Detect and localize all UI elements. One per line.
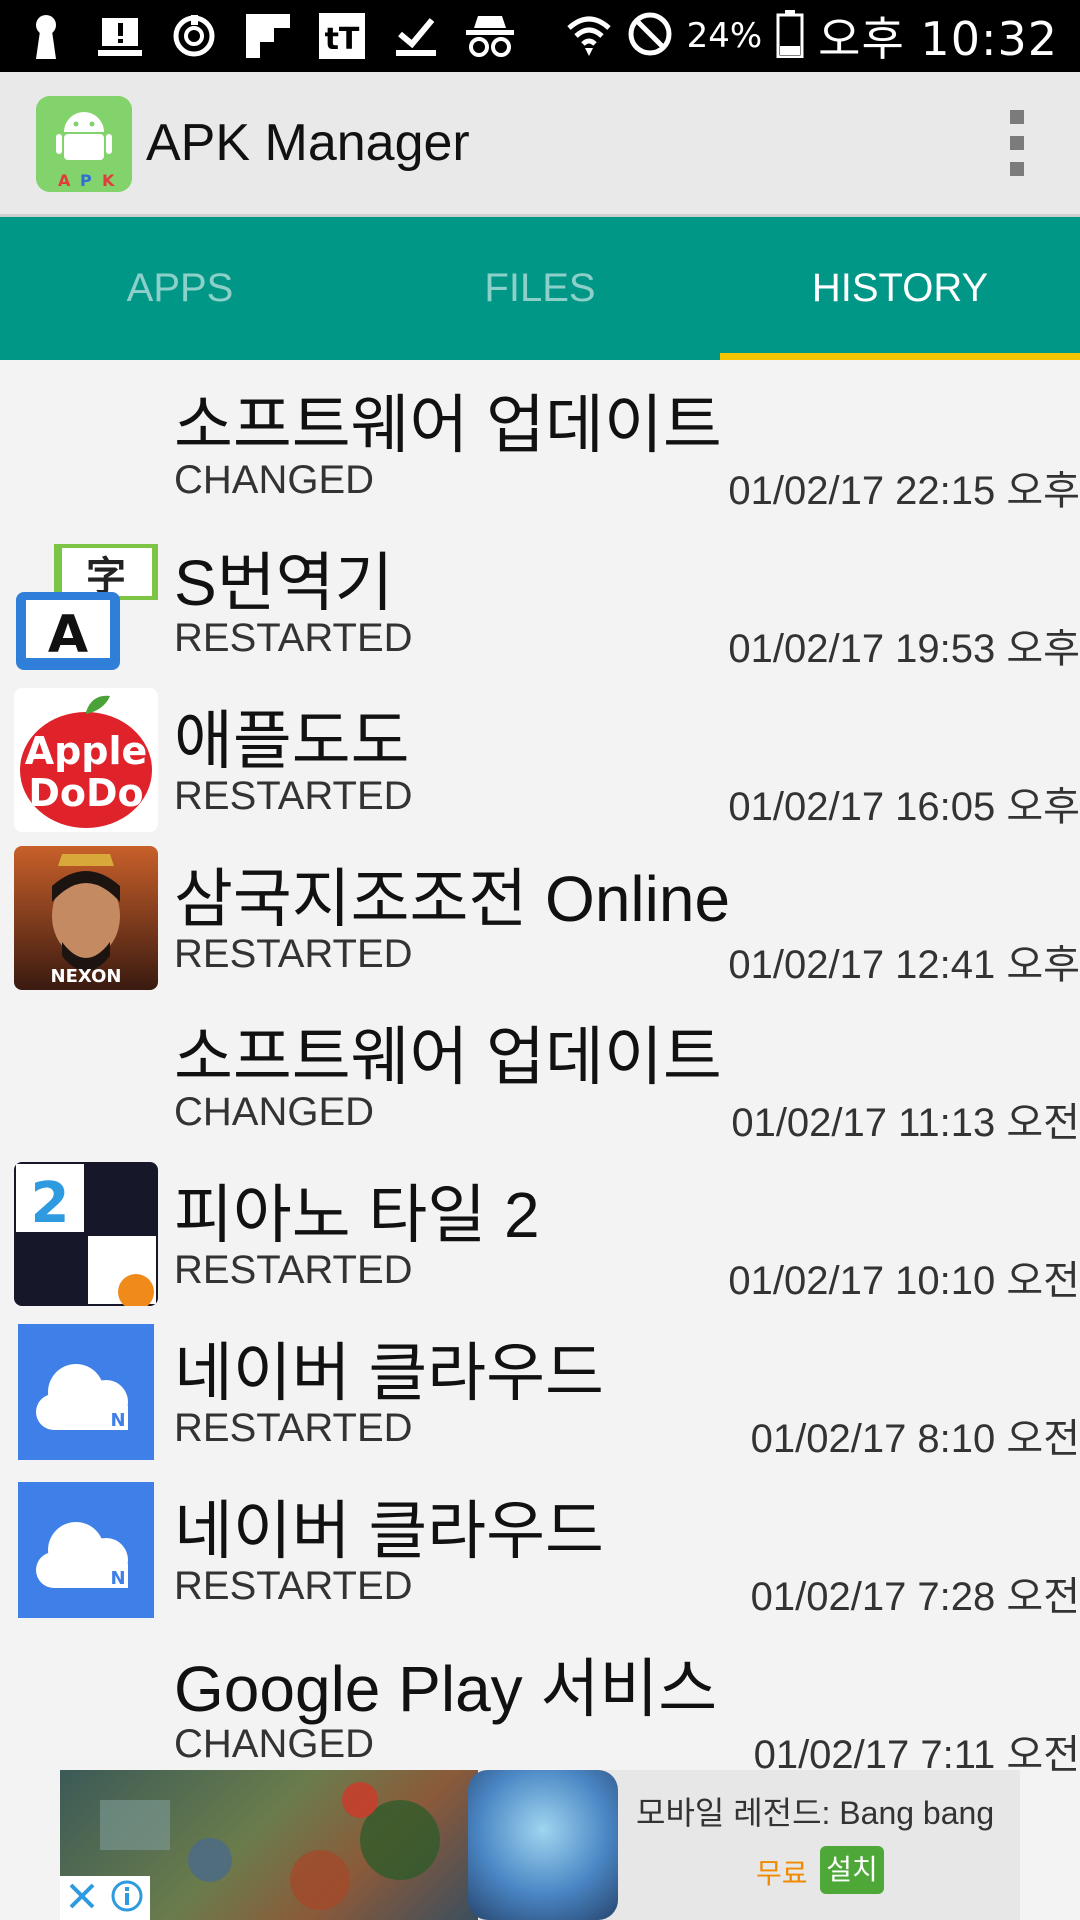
keyhole-icon (20, 10, 72, 62)
apk-manager-logo-icon: A P K (36, 96, 132, 192)
list-item[interactable]: N 네이버 클라우드 RESTARTED 01/02/17 8:10 오전 (0, 1308, 1080, 1466)
close-icon[interactable] (67, 1881, 97, 1916)
timestamp: 01/02/17 8:10 오전 (750, 1417, 1080, 1461)
svg-text:NEXON: NEXON (51, 966, 122, 987)
status-label: RESTARTED (174, 1564, 413, 1608)
app-name: 소프트웨어 업데이트 (174, 389, 722, 461)
svg-text:K: K (102, 171, 115, 190)
svg-text:DoDo: DoDo (28, 771, 143, 815)
translate-icon: 字 A (14, 530, 158, 674)
system-status: 24% 오후 10:32 (565, 0, 1058, 72)
app-name: 애플도도 (174, 705, 410, 777)
tab-apps[interactable]: APPS (0, 217, 360, 360)
app-name: Google Play 서비스 (174, 1653, 718, 1725)
timestamp: 01/02/17 11:13 오전 (731, 1101, 1080, 1145)
history-list: 소프트웨어 업데이트 CHANGED 01/02/17 22:15 오후 字 A… (0, 360, 1080, 1782)
app-name: 네이버 클라우드 (174, 1495, 604, 1567)
app-name: 소프트웨어 업데이트 (174, 1021, 722, 1093)
clock: 오후 10:32 (818, 12, 1058, 66)
app-name: 피아노 타일 2 (174, 1179, 540, 1251)
alert-icon (94, 10, 146, 62)
list-item[interactable]: 소프트웨어 업데이트 CHANGED 01/02/17 11:13 오전 (0, 992, 1080, 1150)
sync-icon (168, 10, 220, 62)
notification-icons: tT (20, 8, 516, 64)
app-name: S번역기 (174, 547, 394, 619)
app-name: 네이버 클라우드 (174, 1337, 604, 1409)
ad-price: 무료 (756, 1858, 808, 1889)
status-label: RESTARTED (174, 774, 413, 818)
timestamp: 01/02/17 10:10 오전 (728, 1259, 1080, 1303)
list-item[interactable]: NEXON 삼국지조조전 Online RESTARTED 01/02/17 1… (0, 834, 1080, 992)
status-label: RESTARTED (174, 1406, 413, 1450)
incognito-icon (464, 10, 516, 62)
apple-dodo-icon: Apple DoDo (14, 688, 158, 832)
flipboard-icon (242, 10, 294, 62)
list-item[interactable]: N 네이버 클라우드 RESTARTED 01/02/17 7:28 오전 (0, 1466, 1080, 1624)
status-label: RESTARTED (174, 932, 413, 976)
overflow-menu-icon[interactable] (1002, 110, 1032, 176)
battery-icon (776, 9, 804, 63)
tt-icon: tT (316, 10, 368, 62)
no-sign-icon (627, 11, 673, 62)
svg-text:2: 2 (31, 1171, 70, 1236)
tab-history[interactable]: HISTORY (720, 217, 1080, 360)
ad-hero-image (468, 1770, 618, 1920)
status-label: CHANGED (174, 1722, 375, 1766)
svg-text:A: A (48, 605, 88, 665)
svg-text:N: N (110, 1568, 125, 1589)
status-bar: tT 24% 오후 10:32 (0, 0, 1080, 72)
list-item[interactable]: 2 피아노 타일 2 RESTARTED 01/02/17 10:10 오전 (0, 1150, 1080, 1308)
timestamp: 01/02/17 12:41 오후 (728, 943, 1080, 987)
info-icon[interactable] (110, 1879, 144, 1918)
battery-percent: 24% (686, 16, 763, 56)
piano-tiles-icon: 2 (14, 1162, 158, 1306)
download-done-icon (390, 10, 442, 62)
tab-files[interactable]: FILES (360, 217, 720, 360)
naver-cloud-icon: N (14, 1478, 158, 1622)
ad-title: 모바일 레전드: Bang bang (636, 1795, 995, 1831)
svg-text:A: A (58, 171, 71, 190)
svg-text:P: P (80, 171, 92, 190)
page-title: APK Manager (146, 114, 470, 172)
app-bar: A P K APK Manager (0, 72, 1080, 217)
status-label: CHANGED (174, 458, 375, 502)
naver-cloud-icon: N (14, 1320, 158, 1464)
svg-text:N: N (110, 1410, 125, 1431)
tab-bar: APPS FILES HISTORY (0, 217, 1080, 360)
timestamp: 01/02/17 7:28 오전 (750, 1575, 1080, 1619)
ad-controls (60, 1876, 150, 1920)
svg-text:Apple: Apple (25, 729, 148, 773)
app-name: 삼국지조조전 Online (174, 863, 731, 935)
nexon-game-icon: NEXON (14, 846, 158, 990)
list-item[interactable]: 字 A S번역기 RESTARTED 01/02/17 19:53 오후 (0, 518, 1080, 676)
list-item[interactable]: Google Play 서비스 CHANGED 01/02/17 7:11 오전 (0, 1624, 1080, 1782)
timestamp: 01/02/17 16:05 오후 (728, 785, 1080, 829)
status-label: RESTARTED (174, 616, 413, 660)
svg-text:tT: tT (325, 22, 360, 57)
timestamp: 01/02/17 19:53 오후 (728, 627, 1080, 671)
status-label: RESTARTED (174, 1248, 413, 1292)
ad-install-button[interactable]: 설치 (820, 1846, 884, 1894)
list-item[interactable]: Apple DoDo 애플도도 RESTARTED 01/02/17 16:05… (0, 676, 1080, 834)
list-item[interactable]: 소프트웨어 업데이트 CHANGED 01/02/17 22:15 오후 (0, 360, 1080, 518)
ad-banner[interactable]: 모바일 레전드: Bang bang 무료 설치 (60, 1770, 1020, 1920)
wifi-icon (565, 10, 613, 63)
status-label: CHANGED (174, 1090, 375, 1134)
timestamp: 01/02/17 22:15 오후 (728, 469, 1080, 513)
